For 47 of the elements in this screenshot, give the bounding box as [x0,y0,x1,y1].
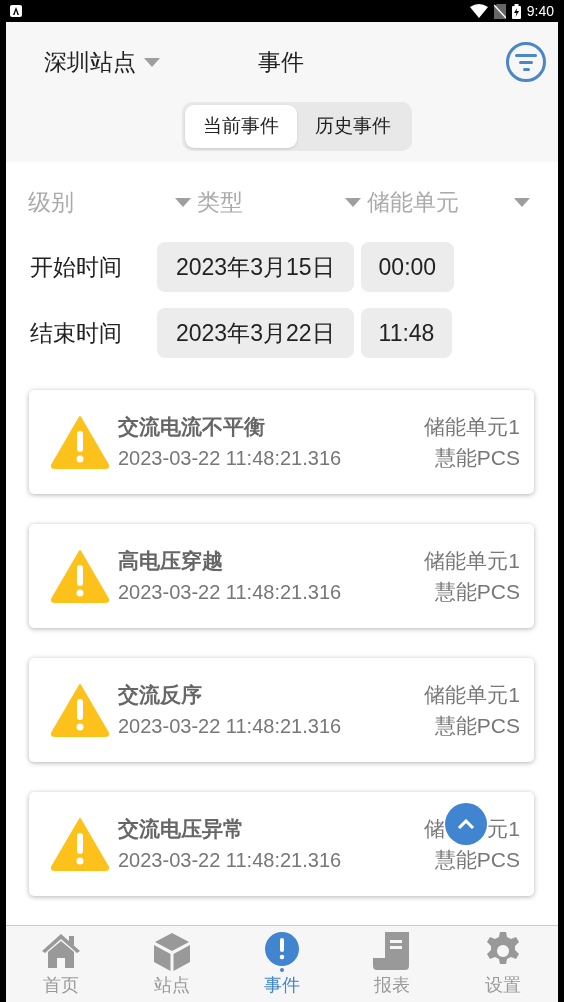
event-unit: 储能单元1 [424,681,520,708]
caret-icon [514,197,530,207]
event-card[interactable]: 高电压穿越 2023-03-22 11:48:21.316 储能单元1 慧能PCS [29,524,534,628]
event-timestamp: 2023-03-22 11:48:21.316 [118,847,342,873]
battery-icon [511,3,521,19]
event-title: 交流电流不平衡 [118,414,266,441]
warning-icon [50,817,110,871]
event-title: 交流反序 [118,682,203,709]
tab[interactable]: 当前事件 [185,105,297,148]
app-icon [10,5,22,17]
chevron-up-icon [457,819,475,829]
time-field[interactable]: 11:48 [360,308,453,358]
warning-icon [50,683,110,737]
event-unit: 储 [424,815,446,842]
event-device: 慧能PCS [434,579,520,605]
event-timestamp: 2023-03-22 11:48:21.316 [118,713,342,739]
event-device: 慧能PCS [434,847,520,873]
event-unit: 储能单元1 [424,413,520,440]
filter-button[interactable] [506,42,546,82]
status-time: 9:40 [526,1,554,21]
page-title: 事件 [258,47,304,77]
event-unit: 储能单元1 [424,547,520,574]
event-card[interactable]: 交流电流不平衡 2023-03-22 11:48:21.316 储能单元1 慧能PCS [29,390,534,494]
event-title: 高电压穿越 [118,548,224,575]
event-card[interactable]: 交流电压异常 2023-03-22 11:48:21.316 储 元1 慧能PCS [29,792,534,896]
caret-icon [175,197,192,207]
event-timestamp: 2023-03-22 11:48:21.316 [118,579,342,605]
time-label: 结束时间 [30,318,123,348]
event-unit: 元1 [487,815,520,842]
caret-icon [144,57,160,67]
station-dropdown[interactable]: 深圳站点 [44,44,160,80]
nav-tab[interactable]: 事件 [226,929,338,999]
date-field[interactable]: 2023年3月15日 [157,242,354,292]
time-label: 开始时间 [30,252,123,282]
time-field[interactable]: 00:00 [360,242,455,292]
date-field[interactable]: 2023年3月22日 [157,308,354,358]
event-card[interactable]: 交流反序 2023-03-22 11:48:21.316 储能单元1 慧能PCS [29,658,534,762]
warning-icon [50,415,110,469]
tab[interactable]: 历史事件 [297,105,409,148]
wifi-icon [469,4,488,18]
warning-icon [50,549,110,603]
no-sim-icon [493,3,506,19]
event-title: 交流电压异常 [118,816,245,843]
caret-icon [344,197,361,207]
event-device: 慧能PCS [434,445,520,471]
event-timestamp: 2023-03-22 11:48:21.316 [118,445,342,471]
event-device: 慧能PCS [434,713,520,739]
